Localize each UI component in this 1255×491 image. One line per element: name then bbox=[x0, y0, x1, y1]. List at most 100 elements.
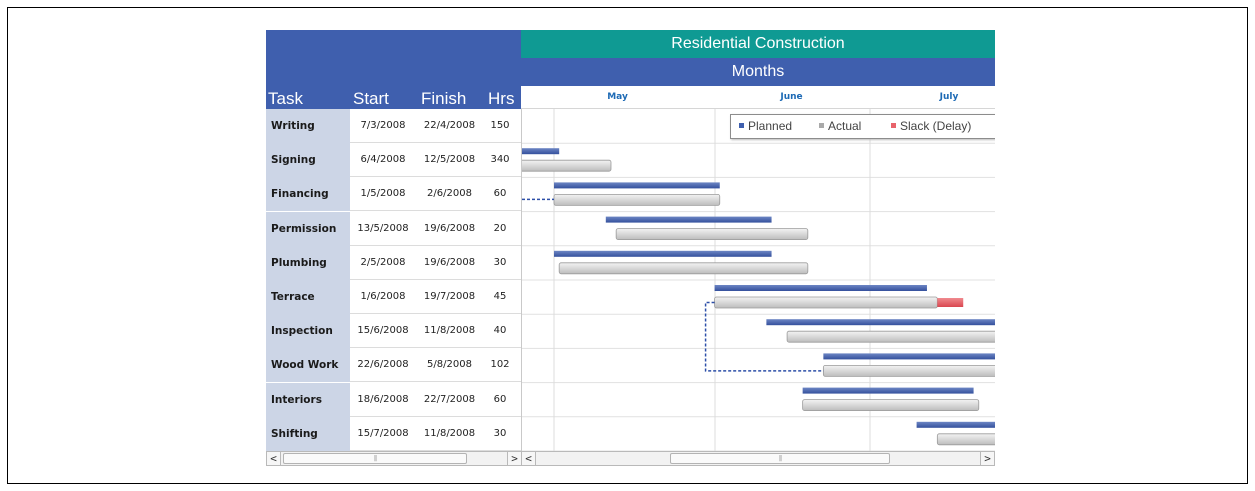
column-header-finish[interactable]: Finish bbox=[421, 88, 466, 109]
table-row[interactable]: Financing 1/5/2008 2/6/2008 60 bbox=[266, 177, 521, 212]
task-name-cell: Inspection bbox=[266, 314, 350, 349]
chart-scrollbar[interactable]: < ||| > bbox=[521, 451, 995, 466]
planned-bar bbox=[522, 148, 560, 155]
task-name-cell: Financing bbox=[266, 177, 350, 212]
finish-date-cell: 2/6/2008 bbox=[427, 188, 472, 200]
actual-bar bbox=[615, 228, 809, 240]
chart-scroll-right-button[interactable]: > bbox=[980, 452, 994, 465]
table-row[interactable]: Permission 13/5/2008 19/6/2008 20 bbox=[266, 211, 521, 246]
start-date-cell: 18/6/2008 bbox=[357, 393, 409, 405]
legend-swatch-planned bbox=[739, 123, 744, 129]
start-date-cell: 13/5/2008 bbox=[357, 222, 409, 234]
actual-bar bbox=[936, 433, 995, 446]
table-row[interactable]: Inspection 15/6/2008 11/8/2008 40 bbox=[266, 314, 521, 349]
month-label-may: May bbox=[607, 92, 628, 102]
task-name-cell: Permission bbox=[266, 211, 350, 246]
start-date-cell: 15/7/2008 bbox=[357, 427, 409, 439]
planned-bar bbox=[554, 182, 720, 189]
hours-cell: 30 bbox=[493, 427, 507, 439]
hours-cell: 45 bbox=[493, 291, 507, 302]
table-scroll-right-button[interactable]: > bbox=[507, 452, 521, 465]
finish-date-cell: 22/4/2008 bbox=[423, 120, 476, 131]
task-name-cell: Interiors bbox=[266, 382, 350, 417]
table-scroll-left-button[interactable]: < bbox=[267, 452, 281, 465]
legend-swatch-actual bbox=[819, 123, 824, 129]
chart-scroll-left-button[interactable]: < bbox=[522, 452, 536, 465]
planned-bar bbox=[605, 216, 772, 223]
actual-bar bbox=[522, 159, 612, 172]
table-scrollbar[interactable]: < ||| > bbox=[266, 451, 521, 466]
finish-date-cell: 19/6/2008 bbox=[423, 222, 476, 234]
hours-cell: 20 bbox=[493, 222, 507, 234]
task-name-cell: Writing bbox=[266, 109, 350, 143]
task-name-cell: Shifting bbox=[266, 416, 350, 451]
table-row[interactable]: Terrace 1/6/2008 19/7/2008 45 bbox=[266, 280, 521, 314]
gantt-chart-area: Planned Actual Slack (Delay) bbox=[521, 109, 995, 451]
chart-scroll-thumb[interactable]: ||| bbox=[670, 453, 890, 464]
hours-cell: 150 bbox=[490, 120, 510, 131]
start-date-cell: 7/3/2008 bbox=[360, 120, 406, 131]
task-name-cell: Wood Work bbox=[266, 348, 350, 383]
planned-bar bbox=[823, 353, 995, 360]
finish-date-cell: 19/7/2008 bbox=[423, 291, 476, 302]
table-row[interactable]: Plumbing 2/5/2008 19/6/2008 30 bbox=[266, 245, 521, 280]
chart-title: Residential Construction bbox=[521, 30, 995, 58]
table-row[interactable]: Signing 6/4/2008 12/5/2008 340 bbox=[266, 143, 521, 178]
finish-date-cell: 11/8/2008 bbox=[423, 325, 476, 337]
finish-date-cell: 19/6/2008 bbox=[423, 256, 476, 268]
actual-bar bbox=[553, 194, 721, 206]
task-table: Writing 7/3/2008 22/4/2008 150 Signing 6/4/20… bbox=[266, 109, 521, 451]
table-row[interactable]: Interiors 18/6/2008 22/7/2008 60 bbox=[266, 382, 521, 417]
task-grid-header: Task Start Finish Hrs bbox=[266, 30, 521, 109]
legend-item-planned[interactable]: Planned bbox=[739, 115, 792, 138]
column-header-task[interactable]: Task bbox=[268, 88, 303, 109]
legend-label-actual: Actual bbox=[828, 119, 862, 133]
start-date-cell: 22/6/2008 bbox=[357, 359, 409, 371]
month-label-july: July bbox=[939, 92, 959, 102]
hours-cell: 60 bbox=[493, 188, 507, 200]
actual-bar bbox=[822, 365, 995, 377]
table-scroll-thumb[interactable]: ||| bbox=[283, 453, 467, 464]
hours-cell: 102 bbox=[490, 359, 510, 371]
actual-bar bbox=[802, 399, 980, 412]
planned-bar bbox=[916, 421, 995, 428]
actual-bar bbox=[558, 262, 809, 275]
hours-cell: 340 bbox=[490, 154, 510, 166]
legend-label-planned: Planned bbox=[748, 119, 793, 133]
table-row[interactable]: Wood Work 22/6/2008 5/8/2008 102 bbox=[266, 348, 521, 383]
planned-bar bbox=[714, 285, 927, 291]
legend: Planned Actual Slack (Delay) bbox=[730, 114, 995, 139]
start-date-cell: 6/4/2008 bbox=[360, 154, 406, 166]
finish-date-cell: 22/7/2008 bbox=[423, 393, 476, 405]
table-row[interactable]: Writing 7/3/2008 22/4/2008 150 bbox=[266, 109, 521, 143]
legend-item-actual[interactable]: Actual bbox=[819, 115, 861, 138]
planned-bar bbox=[554, 250, 772, 257]
table-row[interactable]: Shifting 15/7/2008 11/8/2008 30 bbox=[266, 416, 521, 451]
hours-cell: 40 bbox=[493, 325, 507, 337]
start-date-cell: 1/5/2008 bbox=[360, 188, 406, 200]
column-header-start[interactable]: Start bbox=[353, 88, 389, 109]
start-date-cell: 15/6/2008 bbox=[357, 325, 409, 337]
finish-date-cell: 11/8/2008 bbox=[423, 427, 476, 439]
slack-bar bbox=[937, 298, 964, 307]
gantt-svg bbox=[522, 109, 995, 451]
task-name-cell: Terrace bbox=[266, 280, 350, 314]
planned-bar bbox=[802, 387, 974, 394]
hours-cell: 30 bbox=[493, 256, 507, 268]
legend-item-slack[interactable]: Slack (Delay) bbox=[891, 115, 971, 138]
start-date-cell: 2/5/2008 bbox=[360, 256, 406, 268]
task-name-cell: Plumbing bbox=[266, 245, 350, 280]
start-date-cell: 1/6/2008 bbox=[360, 291, 406, 302]
finish-date-cell: 5/8/2008 bbox=[427, 359, 472, 371]
task-name-cell: Signing bbox=[266, 143, 350, 178]
actual-bar bbox=[786, 330, 995, 343]
month-label-june: June bbox=[780, 92, 803, 102]
actual-bar bbox=[714, 296, 938, 309]
finish-date-cell: 12/5/2008 bbox=[423, 154, 476, 166]
legend-swatch-slack bbox=[891, 123, 896, 129]
legend-label-slack: Slack (Delay) bbox=[900, 119, 972, 133]
timeline-label: Months bbox=[521, 58, 995, 86]
planned-bar bbox=[766, 319, 995, 326]
column-header-hrs[interactable]: Hrs bbox=[488, 88, 514, 109]
month-scale: May June July bbox=[521, 86, 995, 109]
